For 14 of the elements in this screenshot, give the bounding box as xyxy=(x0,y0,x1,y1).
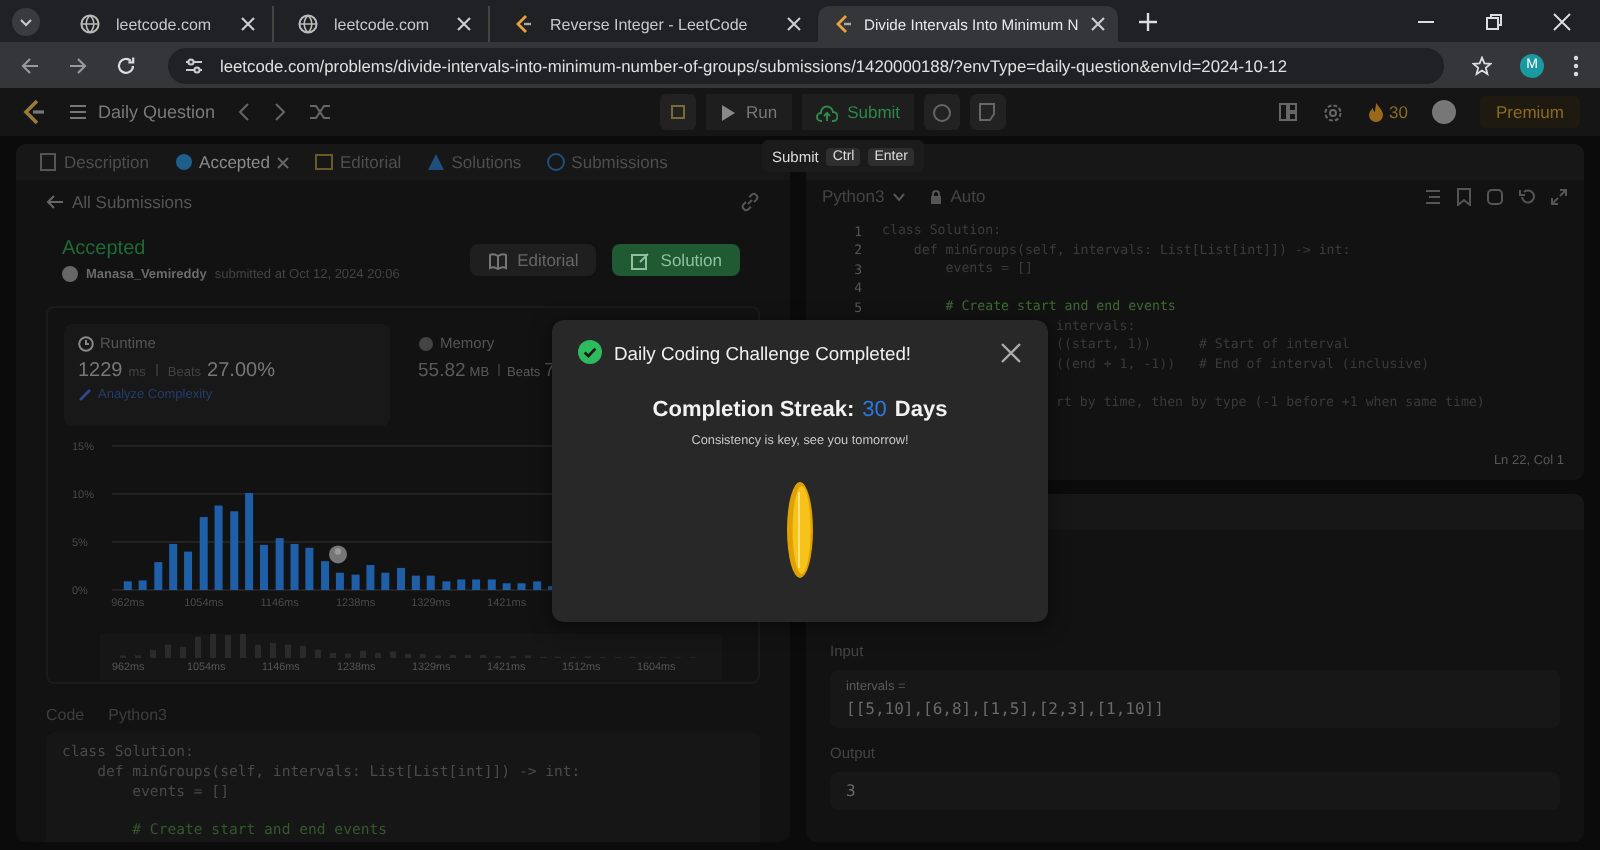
stat-value: 1229 xyxy=(78,360,123,382)
tab-title: Reverse Integer - LeetCode xyxy=(550,15,750,33)
dialog-title: Daily Coding Challenge Completed! xyxy=(614,341,912,363)
streak-unit: Days xyxy=(894,398,948,422)
beats-value: 27.00% xyxy=(207,360,275,382)
streak-count: 30 xyxy=(862,398,887,422)
tab-title: leetcode.com xyxy=(334,15,432,33)
output-value: 3 xyxy=(846,782,858,800)
stat-value: 55.82 xyxy=(418,360,466,382)
input-value: [[5,10],[6,8],[1,5],[2,3],[1,10]] xyxy=(846,700,1166,718)
tab-title: leetcode.com xyxy=(116,15,214,33)
url-text: leetcode.com/problems/divide-intervals-into-minimum-number-of-groups/submissions/1420000188/?envType=daily-question&envId=2024-10-12 xyxy=(220,55,1287,75)
submission-status: Accepted xyxy=(62,238,148,260)
streak-label: Completion Streak: xyxy=(652,398,855,422)
